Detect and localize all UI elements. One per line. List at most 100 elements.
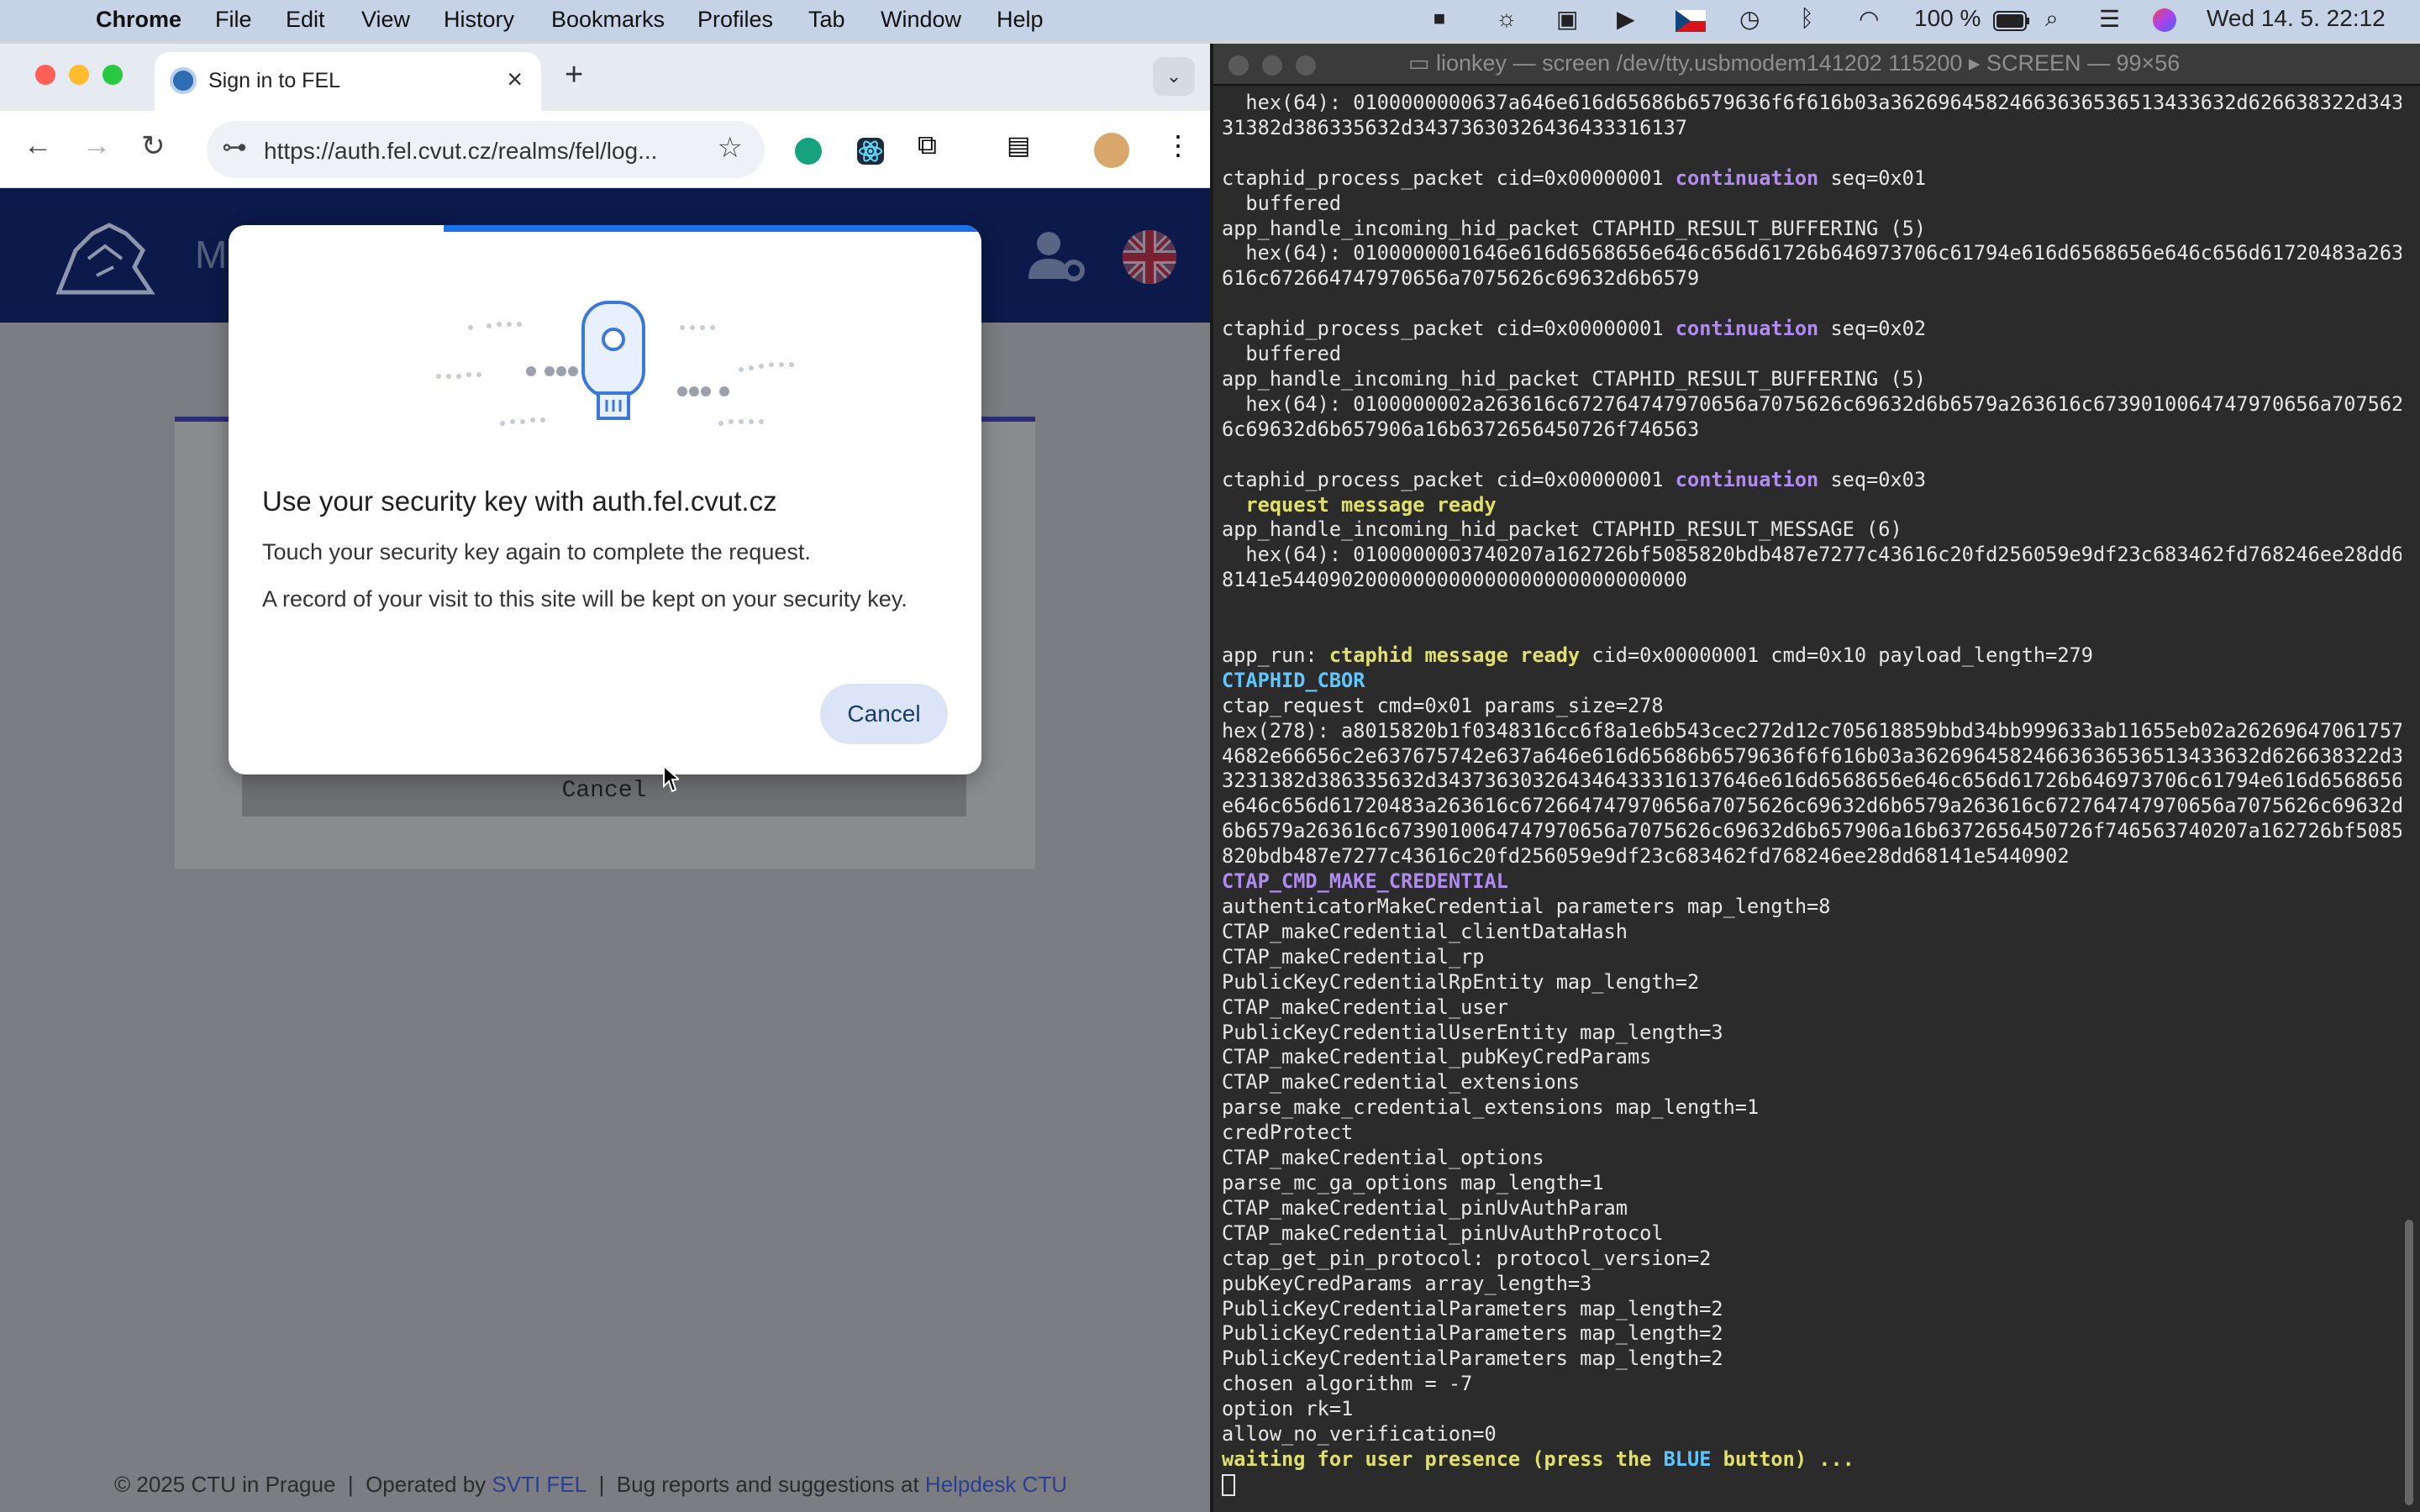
new-tab-icon[interactable]: + (565, 57, 583, 93)
menu-tab[interactable]: Tab (808, 7, 845, 33)
footer-separator: | (347, 1472, 354, 1497)
reading-list-icon[interactable]: ▤ (1007, 131, 1034, 160)
back-icon[interactable]: ← (24, 129, 52, 162)
terminal-line: allow_no_verification=0 (1222, 1422, 2402, 1447)
site-info-icon[interactable]: ⊶ (222, 133, 247, 162)
terminal-line: CTAP_makeCredential_user (1222, 995, 2402, 1021)
reload-icon[interactable]: ↻ (141, 129, 166, 163)
terminal-line: parse_mc_ga_options map_length=1 (1222, 1171, 2402, 1196)
terminal-text: BLUE (1663, 1446, 1712, 1471)
terminal-line: hex(64): 0100000001646e616d6568656e646c6… (1222, 241, 2402, 266)
control-center-icon[interactable]: ☰ (2099, 5, 2120, 33)
menu-profiles[interactable]: Profiles (697, 7, 773, 33)
terminal-title: ▭ lionkey — screen /dev/tty.usbmodem1412… (1408, 50, 2180, 76)
menu-file[interactable]: File (215, 7, 252, 33)
react-devtools-extension-icon[interactable] (857, 138, 884, 165)
window-zoom-button[interactable] (103, 65, 123, 85)
terminal-window: ▭ lionkey — screen /dev/tty.usbmodem1412… (1210, 44, 2420, 1512)
battery-icon[interactable] (1993, 10, 2030, 37)
terminal-line: PublicKeyCredentialParameters map_length… (1222, 1321, 2402, 1347)
menu-window[interactable]: Window (881, 7, 961, 33)
terminal-line: PublicKeyCredentialParameters map_length… (1222, 1347, 2402, 1372)
terminal-line: request message ready (1222, 493, 2402, 518)
svti-fel-link[interactable]: SVTI FEL (492, 1472, 587, 1497)
terminal-text: hex(64): 0100000003740207a162726bf508582… (1222, 543, 2402, 567)
terminal-text: seq=0x03 (1818, 467, 1927, 491)
terminal-text: continuation (1675, 165, 1819, 190)
terminal-line: CTAP_makeCredential_extensions (1222, 1070, 2402, 1095)
forward-icon[interactable]: → (82, 129, 111, 162)
czech-flag-icon[interactable] (1676, 10, 1706, 32)
terminal-text: PublicKeyCredentialParameters map_length… (1222, 1347, 1723, 1371)
terminal-line: PublicKeyCredentialRpEntity map_length=2 (1222, 970, 2402, 995)
terminal-line: credProtect (1222, 1121, 2402, 1146)
terminal-text: CTAP_makeCredential_pinUvAuthProtocol (1222, 1221, 1664, 1245)
english-language-flag-icon[interactable] (1123, 230, 1176, 284)
terminal-line: PublicKeyCredentialParameters map_length… (1222, 1297, 2402, 1322)
menu-view[interactable]: View (361, 7, 410, 33)
bluetooth-icon[interactable]: ᛒ (1800, 5, 1814, 32)
terminal-text: hex(64): 0100000002a263616c6727647479706… (1222, 391, 2402, 416)
menu-help[interactable]: Help (997, 7, 1044, 33)
menu-history[interactable]: History (444, 7, 514, 33)
footer-copyright: © 2025 CTU in Prague (114, 1472, 336, 1497)
terminal-text: ctaphid_process_packet cid=0x00000001 (1222, 165, 1676, 190)
profile-avatar[interactable] (1094, 133, 1129, 168)
menu-app[interactable]: Chrome (96, 7, 182, 33)
terminal-line: CTAP_makeCredential_options (1222, 1146, 2402, 1171)
terminal-text: CTAP_makeCredential_pinUvAuthParam (1222, 1195, 1628, 1220)
admin-user-settings-icon[interactable] (1027, 228, 1087, 282)
dialog-cancel-button[interactable]: Cancel (820, 684, 948, 744)
spotlight-search-icon[interactable]: ⌕ (2045, 5, 2059, 33)
footer-bug-reports: Bug reports and suggestions at (616, 1472, 919, 1497)
terminal-line: CTAP_makeCredential_pinUvAuthProtocol (1222, 1221, 2402, 1247)
terminal-text: ctaphid message ready (1328, 643, 1581, 667)
stop-recording-icon[interactable]: ⏹ (1434, 5, 1445, 33)
terminal-text: 6c69632d6b657906a16b6372656450726f746563 (1222, 417, 1700, 441)
terminal-close-button[interactable] (1228, 55, 1249, 76)
window-minimize-button[interactable] (69, 65, 89, 85)
tab-search-chevron-icon[interactable]: ⌄ (1153, 57, 1195, 96)
terminal-line: 31382d386335632d34373630326436433316137 (1222, 116, 2402, 141)
terminal-output[interactable]: hex(64): 0100000000637a646e616d65686b657… (1222, 91, 2402, 1510)
bookmark-star-icon[interactable]: ☆ (718, 131, 743, 165)
terminal-line: app_handle_incoming_hid_packet CTAPHID_R… (1222, 217, 2402, 242)
menu-edit[interactable]: Edit (286, 7, 325, 33)
terminal-text: continuation (1675, 467, 1819, 491)
terminal-text: waiting for user presence (press the (1222, 1446, 1664, 1471)
tab-close-icon[interactable]: × (507, 64, 523, 95)
terminal-line: waiting for user presence (press the BLU… (1222, 1447, 2402, 1473)
terminal-line: ctap_get_pin_protocol: protocol_version=… (1222, 1247, 2402, 1272)
terminal-zoom-button[interactable] (1296, 55, 1316, 76)
terminal-scrollbar[interactable] (2405, 1220, 2413, 1505)
helpdesk-ctu-link[interactable]: Helpdesk CTU (925, 1472, 1067, 1497)
url-text[interactable]: https://auth.fel.cvut.cz/realms/fel/log.… (264, 138, 657, 165)
siri-icon[interactable] (2153, 8, 2176, 32)
display-icon[interactable]: ▣ (1556, 5, 1578, 33)
wifi-icon[interactable]: ◠ (1859, 5, 1879, 33)
dialog-title: Use your security key with auth.fel.cvut… (262, 486, 777, 517)
terminal-minimize-button[interactable] (1262, 55, 1282, 76)
terminal-text: hex(64): (1222, 91, 1354, 114)
terminal-line: hex(278): a8015820b1f0348316cc6f8a1e6b54… (1222, 719, 2402, 744)
terminal-line: chosen algorithm = -7 (1222, 1372, 2402, 1397)
play-icon[interactable]: ▶ (1617, 5, 1635, 33)
tab-sign-in[interactable]: Sign in to FEL × (155, 52, 541, 111)
terminal-text: PublicKeyCredentialRpEntity map_length=2 (1222, 969, 1700, 994)
address-bar[interactable]: ⊶ https://auth.fel.cvut.cz/realms/fel/lo… (207, 121, 765, 178)
time-machine-icon[interactable]: ◷ (1739, 5, 1760, 33)
window-close-button[interactable] (35, 65, 55, 85)
grammarly-extension-icon[interactable] (795, 138, 822, 165)
terminal-text: app_run: (1222, 643, 1329, 667)
extensions-puzzle-icon[interactable]: ⧉ (918, 129, 944, 160)
menu-bookmarks[interactable]: Bookmarks (551, 7, 665, 33)
terminal-text: 616c672664747970656a7075626c69632d6b6579 (1222, 266, 1700, 291)
brightness-icon[interactable]: ☼ (1496, 5, 1518, 32)
mouse-cursor-icon (663, 764, 679, 793)
menubar-clock[interactable]: Wed 14. 5. 22:12 (2207, 5, 2386, 32)
chrome-menu-icon[interactable]: ⋮ (1165, 129, 1192, 160)
site-title: M (195, 233, 228, 276)
